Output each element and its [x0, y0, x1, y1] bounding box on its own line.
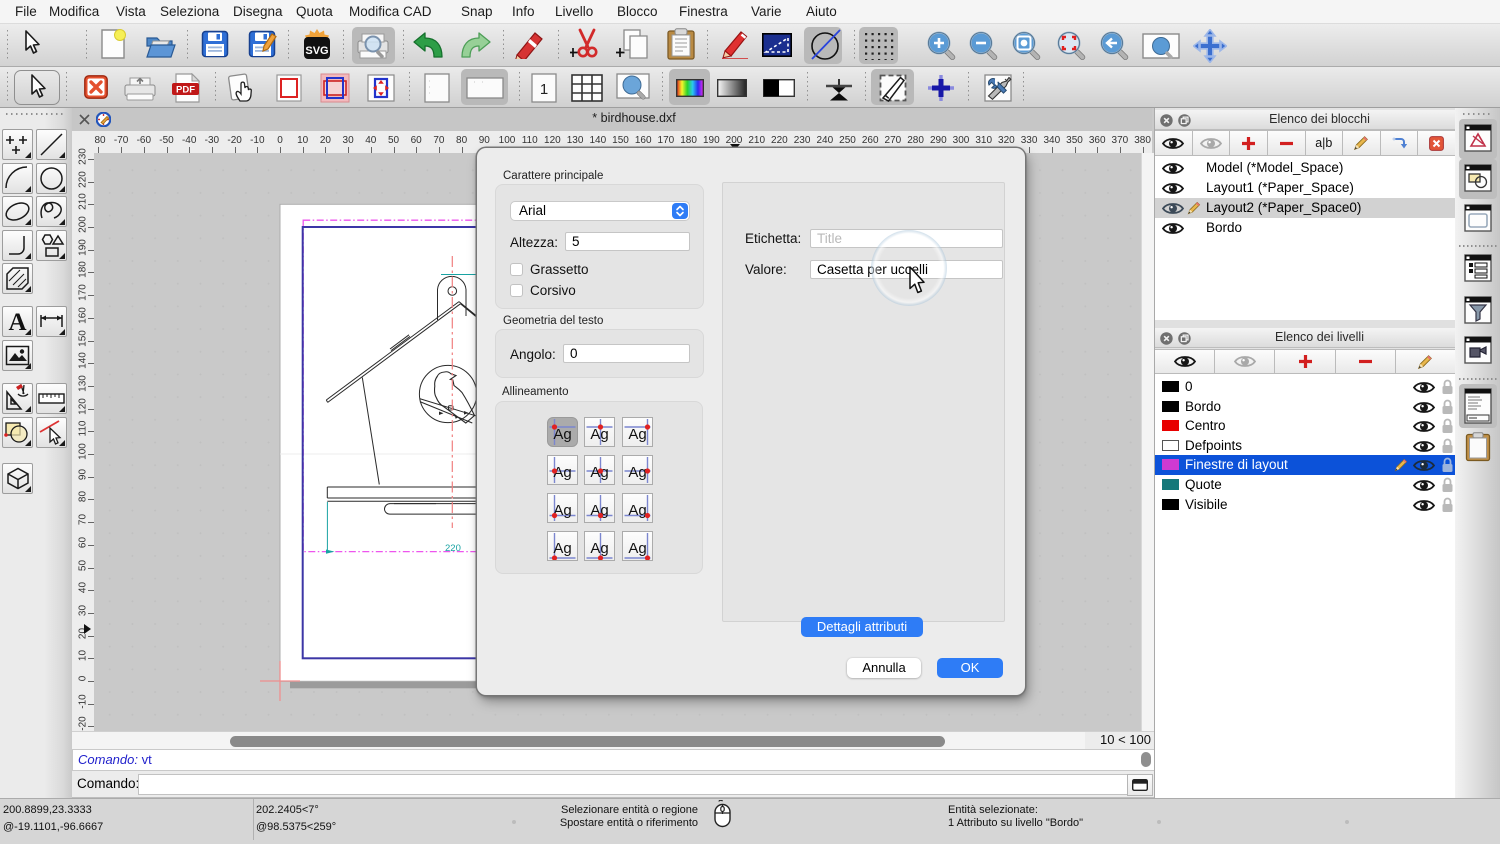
svg-text:Ag: Ag: [628, 502, 646, 519]
svg-text:1: 1: [540, 81, 548, 98]
svg-text:Ag: Ag: [590, 540, 608, 557]
svg-text:A: A: [8, 309, 26, 336]
svg-text:Ag: Ag: [628, 426, 646, 443]
svg-text:Ag: Ag: [628, 540, 646, 557]
svg-text:220: 220: [445, 543, 461, 554]
svg-text:PDF: PDF: [176, 85, 195, 96]
svg-text:SVG: SVG: [305, 45, 328, 57]
svg-text:Ag: Ag: [628, 464, 646, 481]
svg-text:Ag: Ag: [553, 540, 571, 557]
